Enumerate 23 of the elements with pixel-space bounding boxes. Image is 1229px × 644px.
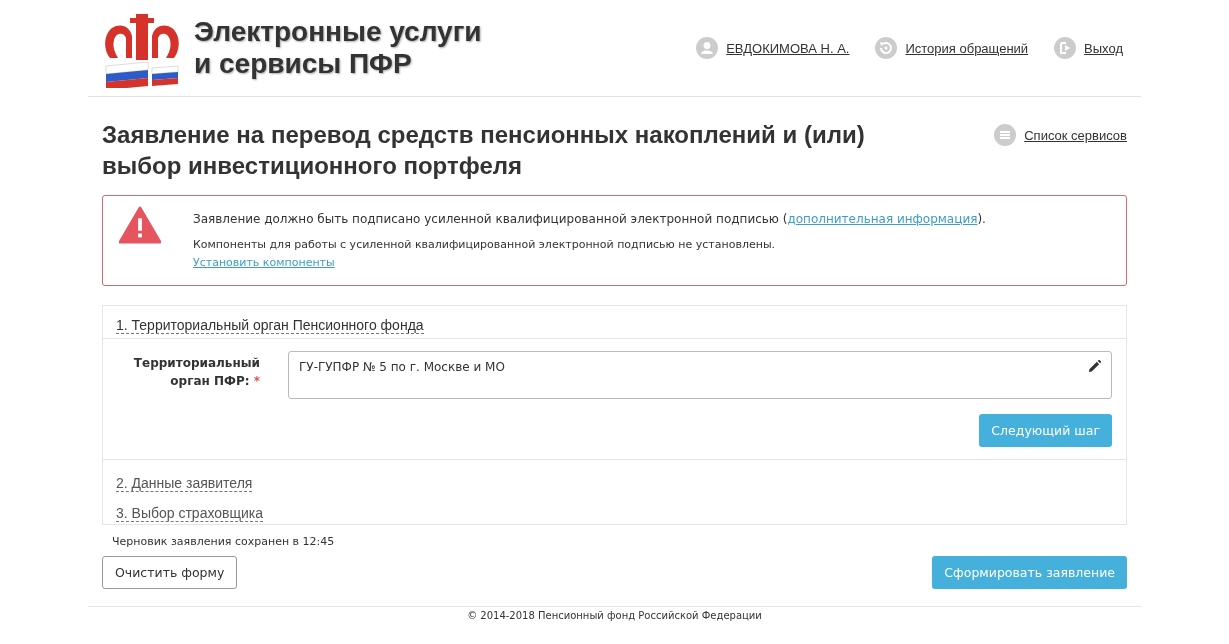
list-icon xyxy=(994,124,1017,146)
nav-link[interactable]: Выход xyxy=(1084,40,1123,56)
step-title[interactable]: 2. Данные заявителя xyxy=(116,475,253,492)
draft-status: Черновик заявления сохранен в 12:45 xyxy=(111,534,336,550)
site-subtitle: и сервисы ПФР xyxy=(194,48,413,80)
copyright-text: © 2014-2018 Пенсионный фонд Российской Федерации xyxy=(467,610,762,621)
page-title: Заявление на перевод средств пенсионных накоплений и (или) выбор инвестиционного портфеля xyxy=(102,120,866,181)
history-icon xyxy=(875,37,898,59)
nav-link[interactable]: История обращений xyxy=(905,40,1029,56)
user-icon xyxy=(696,37,719,59)
site-title: Электронные услуги xyxy=(194,16,482,48)
field-label: Территориальный орган ПФР: * xyxy=(132,355,260,390)
warning-icon xyxy=(119,206,161,244)
nav-link[interactable]: ЕВДОКИМОВА Н. А. xyxy=(726,40,850,56)
step-title[interactable]: 1. Территориальный орган Пенсионного фонда xyxy=(116,317,424,334)
exit-icon xyxy=(1054,37,1077,59)
services-link[interactable]: Список сервисов xyxy=(1024,127,1127,143)
pencil-icon xyxy=(1088,360,1101,373)
components-note: Компоненты для работы с усиленной квалифицированной электронной подписью не установлены. xyxy=(193,238,777,251)
input-field[interactable]: ГУ-ГУПФР № 5 по г. Москве и МО xyxy=(288,351,1112,399)
clear-form-button[interactable]: Очистить форму xyxy=(102,556,238,589)
step-title[interactable]: 3. Выбор страховщика xyxy=(116,505,264,522)
signature-message: Заявление должно быть подписано усиленной квалифицированной электронной подписью (дополнительная информация). xyxy=(193,212,986,226)
